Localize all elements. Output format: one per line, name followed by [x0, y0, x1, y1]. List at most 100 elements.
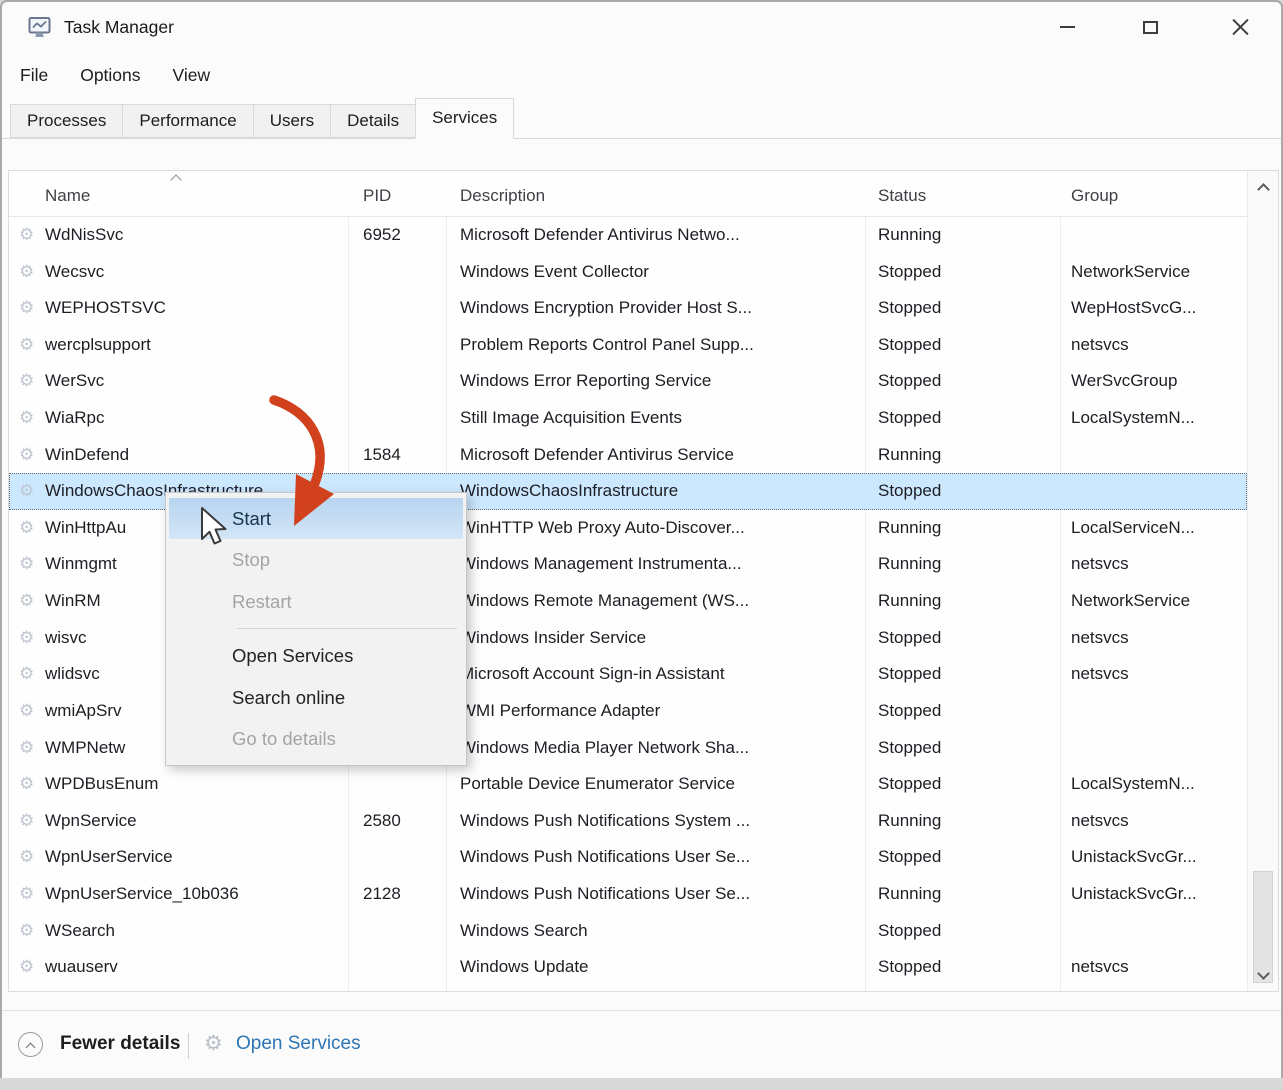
tab-services[interactable]: Services [415, 98, 514, 139]
column-header-description[interactable]: Description [460, 171, 860, 217]
cell-desc: Windows Search [446, 913, 865, 950]
cell-status: Running [865, 546, 1060, 583]
cell-status: Stopped [865, 839, 1060, 876]
screenshot-root: Task Manager FileOptionsView ProcessesPe… [0, 0, 1283, 1090]
service-gear-icon: ⚙ [19, 290, 34, 327]
cell-desc: Windows Event Collector [446, 254, 865, 291]
cell-pid [348, 290, 446, 327]
cell-status: Running [865, 876, 1060, 913]
table-row[interactable]: ⚙WEPHOSTSVCWindows Encryption Provider H… [9, 290, 1247, 327]
table-row[interactable]: ⚙WdNisSvc6952Microsoft Defender Antiviru… [9, 217, 1247, 254]
service-gear-icon: ⚙ [19, 473, 34, 510]
cell-status: Stopped [865, 766, 1060, 803]
service-gear-icon: ⚙ [19, 730, 34, 767]
cell-status: Stopped [865, 656, 1060, 693]
cell-group: WerSvcGroup [1060, 363, 1248, 400]
column-header-name[interactable]: Name [45, 171, 345, 217]
cell-status: Stopped [865, 400, 1060, 437]
cell-name: ⚙WEPHOSTSVC [9, 290, 348, 327]
cell-pid [348, 949, 446, 986]
service-gear-icon: ⚙ [19, 839, 34, 876]
table-row[interactable]: ⚙WecsvcWindows Event CollectorStoppedNet… [9, 254, 1247, 291]
tab-strip: ProcessesPerformanceUsersDetailsServices [2, 98, 1281, 139]
cell-pid [348, 766, 446, 803]
cell-pid [348, 913, 446, 950]
menu-bar: File Options View [18, 54, 212, 96]
service-gear-icon: ⚙ [19, 583, 34, 620]
service-gear-icon: ⚙ [19, 546, 34, 583]
cell-desc: Windows Push Notifications User Se... [446, 839, 865, 876]
table-row[interactable]: ⚙WPDBusEnumPortable Device Enumerator Se… [9, 766, 1247, 803]
service-gear-icon: ⚙ [19, 363, 34, 400]
service-gear-icon: ⚙ [19, 803, 34, 840]
table-row[interactable]: ⚙WiaRpcStill Image Acquisition EventsSto… [9, 400, 1247, 437]
cell-pid: 2580 [348, 803, 446, 840]
cell-group: UnistackSvcGr... [1060, 839, 1248, 876]
service-gear-icon: ⚙ [19, 327, 34, 364]
cell-pid: 2128 [348, 876, 446, 913]
cell-status: Stopped [865, 949, 1060, 986]
open-services-link[interactable]: Open Services [236, 1011, 361, 1079]
cell-pid [348, 400, 446, 437]
fewer-details-button[interactable]: Fewer details [60, 1011, 180, 1079]
cell-name: ⚙Wecsvc [9, 254, 348, 291]
context-menu-item-open-services[interactable]: Open Services [166, 635, 466, 676]
context-menu-item-stop: Stop [166, 539, 466, 580]
service-gear-icon: ⚙ [19, 876, 34, 913]
scroll-up-button[interactable] [1248, 173, 1278, 201]
menubar-item-view[interactable]: View [171, 61, 213, 90]
service-gear-icon: ⚙ [19, 400, 34, 437]
table-row[interactable]: ⚙wercplsupportProblem Reports Control Pa… [9, 327, 1247, 364]
table-row[interactable]: ⚙WpnUserService Windows Push Notification… [9, 839, 1247, 876]
maximize-button[interactable] [1127, 7, 1173, 47]
services-gear-icon: ⚙ [204, 1011, 223, 1079]
tab-users[interactable]: Users [253, 104, 330, 138]
table-row[interactable]: ⚙WSearchWindows SearchStopped [9, 913, 1247, 950]
chevron-up-icon [1257, 183, 1270, 196]
cell-group [1060, 437, 1248, 474]
footer-divider [188, 1033, 189, 1059]
cell-desc: WMI Performance Adapter [446, 693, 865, 730]
cell-group [1060, 217, 1248, 254]
cell-pid [348, 254, 446, 291]
table-row[interactable]: ⚙WpnUserService_10b0362128Windows Push N… [9, 876, 1247, 913]
tab-details[interactable]: Details [330, 104, 415, 138]
cell-status: Stopped [865, 363, 1060, 400]
vertical-scrollbar[interactable] [1247, 171, 1278, 991]
context-menu-item-search-online[interactable]: Search online [166, 677, 466, 718]
cell-desc: WinHTTP Web Proxy Auto-Discover... [446, 510, 865, 547]
cell-status: Running [865, 803, 1060, 840]
cell-group: netsvcs [1060, 620, 1248, 657]
table-row[interactable]: ⚙WinDefend1584Microsoft Defender Antivir… [9, 437, 1247, 474]
tab-performance[interactable]: Performance [122, 104, 252, 138]
fewer-details-chevron-icon[interactable] [18, 1032, 43, 1057]
tab-processes[interactable]: Processes [10, 104, 122, 138]
table-row[interactable]: ⚙wuauservWindows UpdateStoppednetsvcs [9, 949, 1247, 986]
cell-name: ⚙WPDBusEnum [9, 766, 348, 803]
minimize-icon [1060, 26, 1075, 28]
cell-status: Stopped [865, 290, 1060, 327]
close-button[interactable] [1217, 7, 1263, 47]
column-header-status[interactable]: Status [878, 171, 1058, 217]
cell-group: netsvcs [1060, 546, 1248, 583]
cell-group: LocalServiceN... [1060, 510, 1248, 547]
scroll-down-button[interactable] [1248, 961, 1278, 989]
column-header-group[interactable]: Group [1071, 171, 1241, 217]
service-gear-icon: ⚙ [19, 620, 34, 657]
cell-desc: Windows Error Reporting Service [446, 363, 865, 400]
table-row[interactable]: ⚙WpnService2580Windows Push Notification… [9, 803, 1247, 840]
cell-desc: Windows Update [446, 949, 865, 986]
minimize-button[interactable] [1044, 7, 1090, 47]
service-gear-icon: ⚙ [19, 766, 34, 803]
footer-bar: Fewer details ⚙ Open Services [2, 1010, 1281, 1078]
cell-group [1060, 730, 1248, 767]
table-row[interactable]: ⚙WerSvcWindows Error Reporting ServiceSt… [9, 363, 1247, 400]
menubar-item-file[interactable]: File [18, 61, 50, 90]
cell-group: netsvcs [1060, 656, 1248, 693]
column-header-pid[interactable]: PID [363, 171, 443, 217]
menubar-item-options[interactable]: Options [78, 61, 142, 90]
cell-desc: Still Image Acquisition Events [446, 400, 865, 437]
cell-name: ⚙WpnUserService [9, 839, 348, 876]
context-menu-item-start[interactable]: Start [169, 498, 463, 539]
context-menu-separator [237, 628, 457, 629]
